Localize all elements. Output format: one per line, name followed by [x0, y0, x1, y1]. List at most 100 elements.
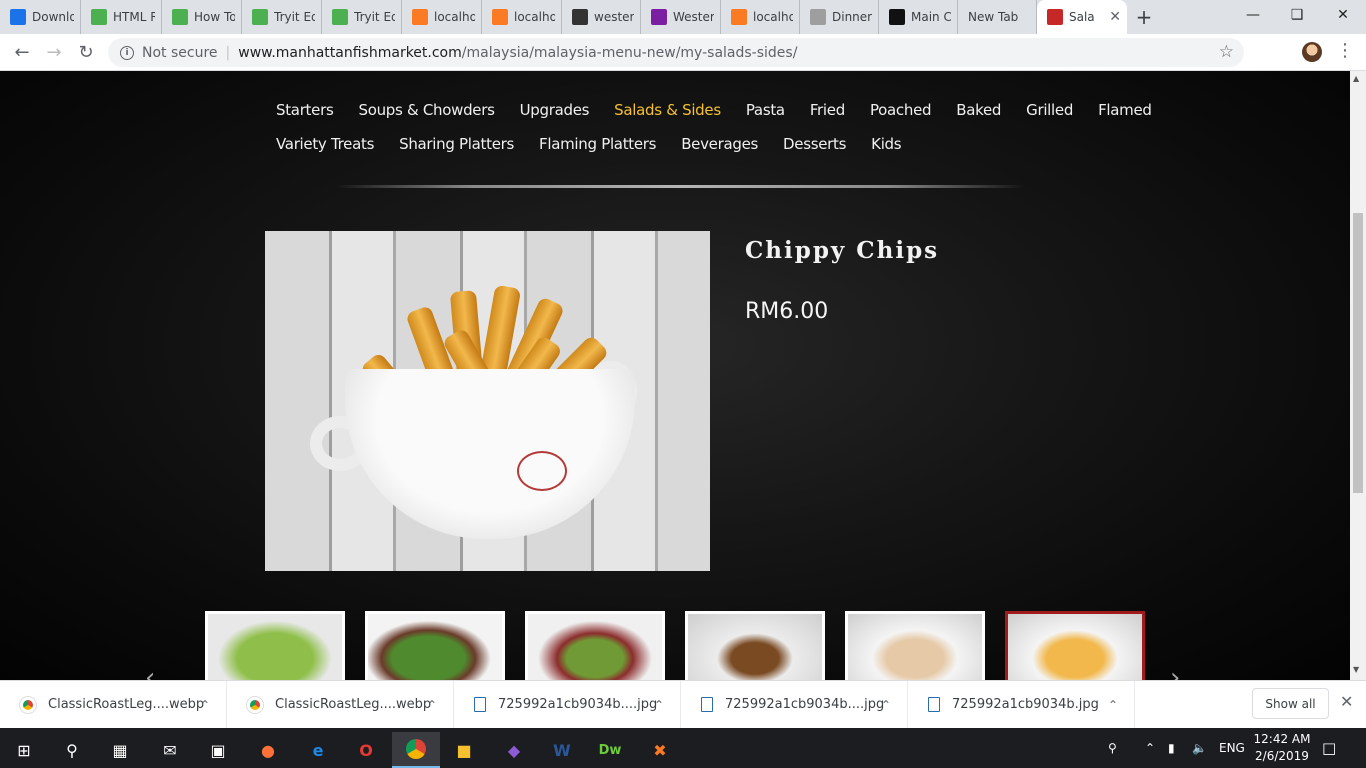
- chalk-divider: [335, 185, 1025, 188]
- back-button[interactable]: ←: [8, 38, 36, 66]
- menu-item[interactable]: Grilled: [1026, 101, 1073, 119]
- start-windows-icon[interactable]: ⊞: [0, 732, 48, 768]
- download-item[interactable]: ClassicRoastLeg....webp ⌃: [0, 680, 227, 729]
- bowl: [345, 369, 635, 539]
- menu-item[interactable]: Poached: [870, 101, 932, 119]
- browser-tab[interactable]: western: [562, 0, 641, 34]
- dreamweaver-icon[interactable]: Dw: [586, 732, 634, 768]
- chevron-up-icon[interactable]: ⌃: [881, 698, 891, 712]
- mail-icon[interactable]: ✉: [146, 732, 194, 768]
- w3schools-icon: [172, 9, 188, 25]
- menu-item[interactable]: Starters: [276, 101, 334, 119]
- search-icon[interactable]: ⚲: [48, 732, 96, 768]
- browser-tab[interactable]: Downlo: [0, 0, 81, 34]
- browser-tab[interactable]: How To: [162, 0, 242, 34]
- menu-item[interactable]: Variety Treats: [276, 135, 374, 153]
- carousel-prev-icon[interactable]: ‹: [145, 663, 155, 680]
- visual-studio-icon[interactable]: ◆: [490, 732, 538, 768]
- notifications-icon[interactable]: □: [1322, 728, 1336, 768]
- browser-tab[interactable]: Sala ✕: [1037, 0, 1127, 34]
- tray-chevron-icon[interactable]: ⌃: [1145, 728, 1155, 768]
- browser-tab[interactable]: New Tab: [958, 0, 1037, 34]
- scribd-icon: [889, 9, 905, 25]
- menu-item[interactable]: Kids: [871, 135, 901, 153]
- download-item[interactable]: 725992a1cb9034b....jpg ⌃: [454, 680, 681, 729]
- browser-tab[interactable]: Western: [641, 0, 721, 34]
- thumbnail-mixed-salad[interactable]: [525, 611, 665, 680]
- image-file-icon: [474, 697, 486, 712]
- battery-icon[interactable]: ▮: [1168, 728, 1175, 768]
- firefox-icon[interactable]: ●: [244, 732, 292, 768]
- menu-item[interactable]: Flamed: [1098, 101, 1152, 119]
- xampp-icon[interactable]: ✖: [636, 732, 684, 768]
- chevron-up-icon[interactable]: ⌃: [427, 698, 437, 712]
- close-tab-icon[interactable]: ✕: [1109, 9, 1121, 25]
- download-filename: 725992a1cb9034b....jpg: [498, 697, 658, 712]
- menu-item[interactable]: Pasta: [746, 101, 785, 119]
- edge-icon[interactable]: e: [294, 732, 342, 768]
- manhattan-icon: [1047, 9, 1063, 25]
- word-icon[interactable]: W: [538, 732, 586, 768]
- browser-tab[interactable]: HTML R: [81, 0, 162, 34]
- download-item[interactable]: 725992a1cb9034b....jpg ⌃: [681, 680, 908, 729]
- chevron-up-icon[interactable]: ⌃: [654, 698, 664, 712]
- thumbnail-image: [848, 614, 982, 680]
- close-window-button[interactable]: ✕: [1320, 0, 1366, 30]
- close-downloads-icon[interactable]: ✕: [1340, 692, 1353, 711]
- forward-button[interactable]: →: [40, 38, 68, 66]
- menu-item[interactable]: Desserts: [783, 135, 846, 153]
- category-menu-row-1: Starters Soups & Chowders Upgrades Salads &…: [276, 101, 1177, 119]
- menu-item[interactable]: Baked: [956, 101, 1001, 119]
- bookmark-star-icon[interactable]: ☆: [1219, 42, 1234, 62]
- thumbnail-image: [208, 614, 342, 680]
- language-indicator[interactable]: ENG: [1219, 728, 1245, 768]
- chrome-file-icon: [20, 696, 36, 713]
- browser-tab[interactable]: Dinner: [800, 0, 879, 34]
- image-file-icon: [928, 697, 940, 712]
- profile-avatar[interactable]: [1302, 42, 1322, 62]
- chevron-up-icon[interactable]: ⌃: [200, 698, 210, 712]
- browser-tab[interactable]: localhos: [402, 0, 482, 34]
- menu-kebab-icon[interactable]: ⋮: [1336, 40, 1354, 61]
- menu-item[interactable]: Fried: [810, 101, 845, 119]
- maximize-button[interactable]: ❑: [1274, 0, 1320, 30]
- browser-tab[interactable]: localhos: [482, 0, 562, 34]
- file-explorer-icon[interactable]: ■: [440, 732, 488, 768]
- download-item[interactable]: ClassicRoastLeg....webp ⌃: [227, 680, 454, 729]
- people-icon[interactable]: ⚲: [1108, 728, 1117, 768]
- thumbnail-chippy-chips[interactable]: [1005, 611, 1145, 680]
- browser-toolbar: ← → ↻ i Not secure | www.manhattanfishma…: [0, 34, 1366, 71]
- menu-item[interactable]: Beverages: [681, 135, 758, 153]
- info-icon[interactable]: i: [120, 45, 134, 60]
- menu-item[interactable]: Sharing Platters: [399, 135, 514, 153]
- new-tab-button[interactable]: +: [1127, 0, 1161, 34]
- address-bar[interactable]: i Not secure | www.manhattanfishmarket.c…: [108, 38, 1244, 67]
- thumbnail-caesar-salad[interactable]: [205, 611, 345, 680]
- opera-icon[interactable]: O: [342, 732, 390, 768]
- carousel-next-icon[interactable]: ›: [1170, 663, 1180, 680]
- page-scrollbar[interactable]: ▲ ▼: [1350, 71, 1366, 680]
- volume-icon[interactable]: 🔈: [1192, 728, 1207, 768]
- browser-tab[interactable]: localhos: [721, 0, 800, 34]
- scrollbar-thumb[interactable]: [1353, 213, 1363, 493]
- thumbnail-rice-bowl[interactable]: [845, 611, 985, 680]
- menu-item[interactable]: Flaming Platters: [539, 135, 656, 153]
- tab-title: HTML R: [113, 10, 155, 24]
- chrome-icon[interactable]: [392, 732, 440, 768]
- store-icon[interactable]: ▣: [194, 732, 242, 768]
- thumbnail-mashed-potato[interactable]: [685, 611, 825, 680]
- show-all-downloads-button[interactable]: Show all: [1252, 688, 1329, 719]
- chevron-up-icon[interactable]: ⌃: [1108, 698, 1118, 712]
- menu-item[interactable]: Upgrades: [520, 101, 590, 119]
- minimize-button[interactable]: —: [1230, 0, 1276, 30]
- download-item[interactable]: 725992a1cb9034b.jpg ⌃: [908, 680, 1135, 729]
- browser-tab[interactable]: Tryit Ed: [322, 0, 402, 34]
- menu-item[interactable]: Salads & Sides: [614, 101, 721, 119]
- reload-button[interactable]: ↻: [72, 38, 100, 66]
- browser-tab[interactable]: Main Co: [879, 0, 958, 34]
- thumbnail-garden-salad[interactable]: [365, 611, 505, 680]
- menu-item[interactable]: Soups & Chowders: [358, 101, 494, 119]
- clock[interactable]: 12:42 AM 2/6/2019: [1250, 731, 1314, 765]
- task-view-icon[interactable]: ▦: [96, 732, 144, 768]
- browser-tab[interactable]: Tryit Ed: [242, 0, 322, 34]
